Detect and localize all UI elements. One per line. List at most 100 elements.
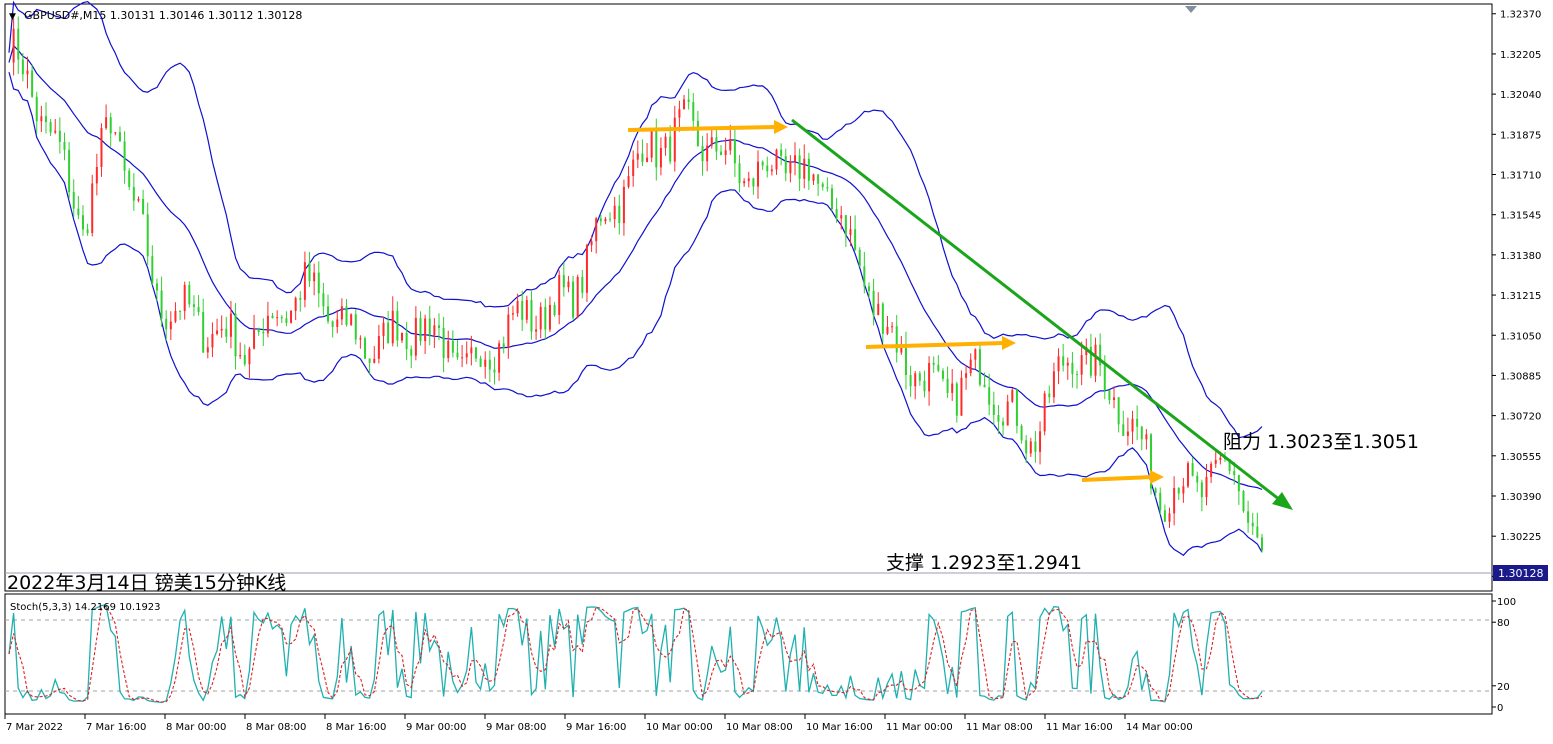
candle-body (26, 70, 29, 75)
candle-body (1182, 486, 1185, 494)
candle-body (553, 304, 556, 315)
candle-body (1034, 441, 1037, 452)
candle-body (1052, 371, 1055, 398)
candle-body (867, 286, 870, 292)
stoch-label: Stoch(5,3,3) 14.2169 10.1923 (10, 602, 161, 613)
candle-body (405, 332, 408, 350)
candle-body (720, 151, 723, 156)
candle-body (151, 256, 154, 284)
candle-body (585, 245, 588, 293)
candle-body (1251, 522, 1254, 527)
candle-body (1159, 492, 1162, 511)
candle-body (951, 383, 954, 393)
candle-body (710, 137, 713, 146)
price-tick-label: 1.30885 (1500, 371, 1541, 382)
candle-body (1168, 513, 1171, 522)
candle-body (322, 293, 325, 307)
support-annotation: 支撑 1.2923至1.2941 (886, 552, 1082, 574)
candle-body (229, 313, 232, 337)
candle-body (1066, 362, 1069, 366)
candle-body (340, 306, 343, 320)
candle-body (844, 215, 847, 235)
candle-body (1015, 389, 1018, 426)
candle-body (895, 326, 898, 353)
candle-body (766, 165, 769, 172)
time-axis: 7 Mar 2022 7 Mar 16:00 8 Mar 00:00 8 Mar 08… (4, 714, 1193, 733)
candle-body (437, 325, 440, 328)
candle-body (1094, 344, 1097, 376)
candle-body (817, 174, 820, 184)
candle-body (539, 306, 542, 330)
candle-body (72, 192, 75, 209)
candle-body (216, 330, 219, 334)
candle-body (109, 117, 112, 134)
candle-body (747, 178, 750, 182)
candle-body (317, 272, 320, 294)
candle-body (128, 170, 131, 187)
time-tick-label: 8 Mar 08:00 (246, 722, 306, 733)
candle-body (521, 301, 524, 320)
candle-body (632, 159, 635, 177)
candle-body (21, 59, 24, 75)
candle-body (932, 362, 935, 365)
candle-body (937, 364, 940, 371)
candle-body (1214, 459, 1217, 464)
candle-body (234, 313, 237, 357)
candle-body (1062, 356, 1065, 366)
candle-body (197, 306, 200, 312)
candle-body (1057, 356, 1060, 372)
candle-body (576, 276, 579, 318)
candle-body (461, 357, 464, 359)
candle-body (1233, 471, 1236, 476)
candle-body (414, 318, 417, 356)
candle-body (1048, 393, 1051, 398)
candle-body (789, 161, 792, 174)
candle-body (683, 99, 686, 110)
candle-body (49, 122, 52, 133)
candle-body (840, 215, 843, 219)
candle-body (243, 355, 246, 365)
candle-body (1219, 457, 1222, 460)
candle-body (1205, 476, 1208, 498)
candle-body (1071, 362, 1074, 375)
indicator-plot-frame (4, 593, 1493, 715)
candle-body (58, 130, 61, 142)
candle-body (516, 301, 519, 314)
candle-body (1043, 393, 1046, 432)
stoch-tick-label: 0 (1497, 703, 1503, 714)
candle-body (733, 139, 736, 164)
price-tick-label: 1.31215 (1500, 291, 1541, 302)
candle-body (40, 116, 43, 122)
price-axis: 1.32370 1.32205 1.32040 1.31875 1.31710 1.315… (1492, 10, 1541, 583)
candle-body (220, 328, 223, 331)
candle-body (715, 137, 718, 152)
candle-body (1145, 434, 1148, 440)
candle-body (391, 310, 394, 344)
candle-body (400, 332, 403, 341)
candle-body (659, 147, 662, 168)
candle-body (830, 188, 833, 209)
candle-body (604, 218, 607, 222)
menu-glyph[interactable]: ▼ (9, 12, 16, 22)
candle-body (1140, 426, 1143, 440)
candle-body (1025, 440, 1028, 454)
main-plot-frame (4, 3, 1493, 592)
current-price-label: 1.30128 (1498, 567, 1544, 580)
candle-body (618, 205, 621, 224)
chart-title-annotation: 2022年3月14日 镑美15分钟K线 (7, 572, 286, 594)
price-tick-label: 1.31050 (1500, 331, 1541, 342)
candle-body (757, 161, 760, 187)
candle-body (465, 353, 468, 358)
candle-body (849, 229, 852, 235)
candle-body (387, 322, 390, 344)
candle-body (1117, 397, 1120, 425)
candle-body (123, 141, 126, 171)
price-tick-label: 1.30720 (1500, 412, 1541, 423)
candle-body (1108, 390, 1111, 401)
price-tick-label: 1.30225 (1500, 532, 1541, 543)
candle-body (775, 149, 778, 170)
candle-body (724, 150, 727, 156)
candle-body (1260, 537, 1263, 551)
candle-body (373, 358, 376, 363)
candle-body (1210, 463, 1213, 477)
